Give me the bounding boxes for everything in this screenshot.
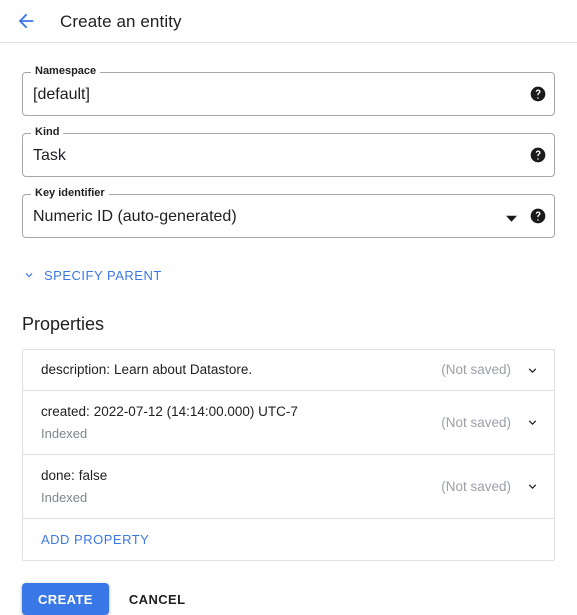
properties-card: description: Learn about Datastore. (Not … bbox=[22, 349, 555, 561]
property-name: done: bbox=[41, 468, 75, 483]
property-row-description[interactable]: description: Learn about Datastore. (Not … bbox=[23, 350, 554, 391]
status-badge: (Not saved) bbox=[441, 414, 511, 430]
property-meta: (Not saved) bbox=[441, 479, 540, 495]
kind-field-label: Kind bbox=[31, 126, 64, 139]
property-text: created: 2022-07-12 (14:14:00.000) UTC-7 … bbox=[41, 404, 298, 441]
app-header: Create an entity bbox=[0, 0, 577, 43]
form-actions: CREATE CANCEL bbox=[22, 583, 555, 615]
kind-field-value: Task bbox=[33, 146, 66, 164]
property-row-created[interactable]: created: 2022-07-12 (14:14:00.000) UTC-7 … bbox=[23, 391, 554, 455]
property-row-done[interactable]: done: false Indexed (Not saved) bbox=[23, 455, 554, 519]
page-content: Namespace [default] Kind Task Key identi… bbox=[0, 43, 577, 615]
field-outline bbox=[22, 72, 555, 116]
property-text: done: false Indexed bbox=[41, 468, 107, 505]
property-main-line: done: false bbox=[41, 468, 107, 484]
namespace-field[interactable]: Namespace [default] bbox=[22, 65, 555, 116]
help-icon[interactable] bbox=[530, 208, 546, 224]
field-outline bbox=[22, 133, 555, 177]
property-main-line: created: 2022-07-12 (14:14:00.000) UTC-7 bbox=[41, 404, 298, 420]
property-meta: (Not saved) bbox=[441, 362, 540, 378]
key-identifier-field-value: Numeric ID (auto-generated) bbox=[33, 207, 237, 225]
property-index-label: Indexed bbox=[41, 490, 88, 505]
namespace-field-label: Namespace bbox=[31, 65, 101, 78]
specify-parent-label: SPECIFY PARENT bbox=[44, 267, 162, 283]
key-identifier-field-icons bbox=[506, 194, 546, 238]
help-icon[interactable] bbox=[530, 147, 546, 163]
property-text: description: Learn about Datastore. bbox=[41, 362, 252, 378]
arrow-left-icon bbox=[15, 10, 37, 32]
property-value: Learn about Datastore. bbox=[114, 362, 253, 377]
chevron-down-icon[interactable] bbox=[506, 211, 517, 222]
property-main-line: description: Learn about Datastore. bbox=[41, 362, 252, 378]
status-badge: (Not saved) bbox=[441, 362, 511, 377]
key-identifier-field[interactable]: Key identifier Numeric ID (auto-generate… bbox=[22, 187, 555, 238]
create-button[interactable]: CREATE bbox=[22, 583, 109, 615]
specify-parent-toggle[interactable]: SPECIFY PARENT bbox=[22, 268, 162, 282]
add-property-link[interactable]: ADD PROPERTY bbox=[41, 533, 149, 546]
add-property-row[interactable]: ADD PROPERTY bbox=[23, 519, 554, 560]
namespace-field-icons bbox=[530, 72, 546, 116]
back-button[interactable] bbox=[14, 9, 38, 33]
property-name: created: bbox=[41, 404, 90, 419]
kind-field[interactable]: Kind Task bbox=[22, 126, 555, 177]
chevron-down-icon[interactable] bbox=[525, 479, 540, 494]
help-icon[interactable] bbox=[530, 86, 546, 102]
chevron-down-icon[interactable] bbox=[525, 415, 540, 430]
property-meta: (Not saved) bbox=[441, 415, 540, 431]
cancel-button[interactable]: CANCEL bbox=[119, 583, 196, 615]
key-identifier-field-label: Key identifier bbox=[31, 187, 109, 200]
page-title: Create an entity bbox=[60, 11, 182, 31]
properties-heading: Properties bbox=[22, 314, 105, 334]
property-value: 2022-07-12 (14:14:00.000) UTC-7 bbox=[93, 404, 298, 419]
property-name: description: bbox=[41, 362, 111, 377]
property-value: false bbox=[78, 468, 108, 483]
field-spacer bbox=[22, 116, 555, 133]
namespace-field-value: [default] bbox=[33, 85, 90, 103]
kind-field-icons bbox=[530, 133, 546, 177]
status-badge: (Not saved) bbox=[441, 478, 511, 494]
chevron-down-icon[interactable] bbox=[525, 363, 540, 378]
property-index-label: Indexed bbox=[41, 426, 88, 441]
chevron-down-icon bbox=[22, 268, 36, 282]
